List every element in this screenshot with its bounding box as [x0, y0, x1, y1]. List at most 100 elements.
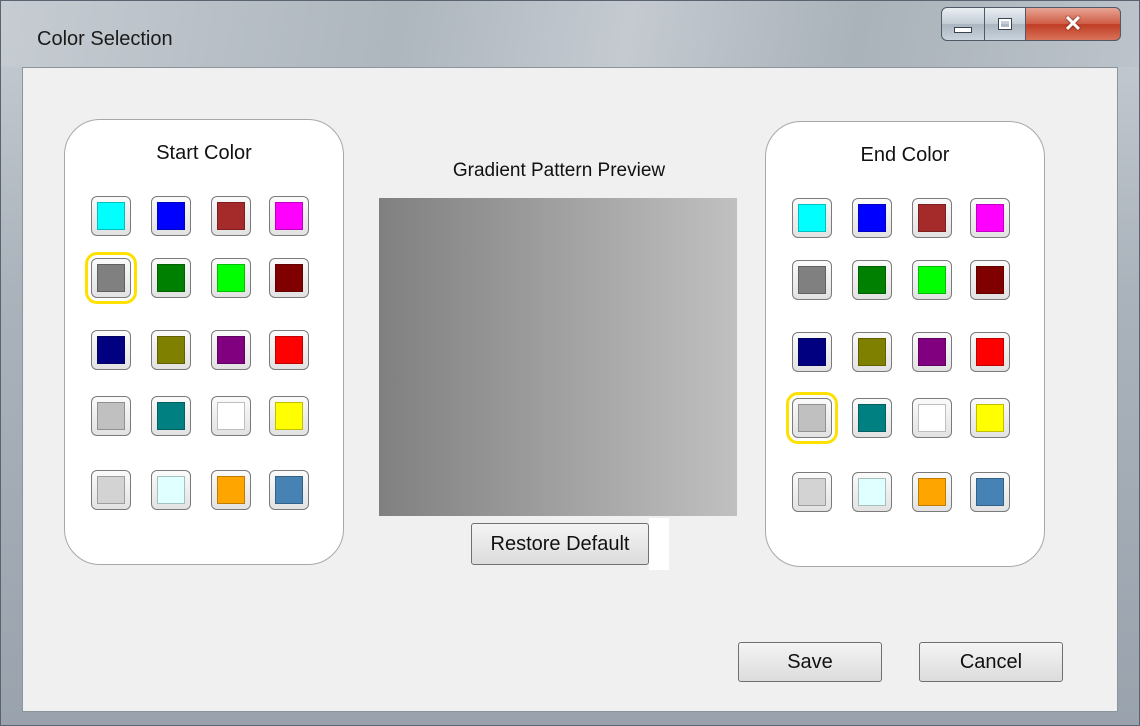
minimize-icon: [942, 8, 984, 40]
end-color-swatch-fill: [798, 204, 826, 232]
start-color-swatch-fill: [97, 202, 125, 230]
end-color-swatch-fill: [918, 338, 946, 366]
window-title: Color Selection: [37, 28, 173, 50]
end-color-swatch-fill: [798, 266, 826, 294]
end-color-swatch[interactable]: [912, 260, 952, 300]
end-color-swatch-fill: [858, 338, 886, 366]
end-color-swatch[interactable]: [912, 398, 952, 438]
end-color-swatch-fill: [976, 404, 1004, 432]
start-color-swatch-fill: [97, 264, 125, 292]
end-color-swatch[interactable]: [970, 260, 1010, 300]
dialog-client-area: Start Color Gradient Pattern Preview Res…: [22, 67, 1118, 712]
start-color-swatch[interactable]: [211, 196, 251, 236]
start-color-swatch[interactable]: [269, 396, 309, 436]
start-color-swatch[interactable]: [151, 396, 191, 436]
end-color-swatch-fill: [798, 338, 826, 366]
start-color-swatch-fill: [275, 264, 303, 292]
end-color-swatch[interactable]: [970, 198, 1010, 238]
start-color-swatch[interactable]: [151, 196, 191, 236]
start-color-swatch[interactable]: [269, 470, 309, 510]
start-color-swatch-fill: [157, 264, 185, 292]
start-color-swatch-fill: [97, 476, 125, 504]
end-color-swatch-fill: [858, 204, 886, 232]
start-color-swatch-fill: [157, 402, 185, 430]
color-selection-window: Color Selection ✕ Start Color Gradient P…: [0, 0, 1140, 726]
title-bar[interactable]: Color Selection ✕: [1, 1, 1139, 67]
start-color-swatch-fill: [217, 336, 245, 364]
start-color-swatch[interactable]: [269, 330, 309, 370]
start-color-swatch[interactable]: [211, 330, 251, 370]
end-color-swatch[interactable]: [852, 472, 892, 512]
end-color-swatch[interactable]: [792, 332, 832, 372]
start-color-swatch[interactable]: [91, 396, 131, 436]
end-color-swatch[interactable]: [792, 198, 832, 238]
end-color-swatch-fill: [976, 204, 1004, 232]
start-color-swatch[interactable]: [91, 196, 131, 236]
save-button[interactable]: Save: [738, 642, 882, 682]
start-color-swatch-fill: [217, 264, 245, 292]
end-color-swatch[interactable]: [792, 260, 832, 300]
end-color-swatch-fill: [858, 478, 886, 506]
end-color-swatch-fill: [798, 478, 826, 506]
end-color-swatch-fill: [976, 478, 1004, 506]
end-color-title: End Color: [860, 144, 950, 166]
start-color-swatch[interactable]: [151, 470, 191, 510]
start-color-swatch-fill: [217, 202, 245, 230]
start-color-swatch-fill: [157, 476, 185, 504]
end-color-swatch-fill: [918, 478, 946, 506]
end-color-swatch[interactable]: [852, 332, 892, 372]
start-color-swatch[interactable]: [269, 258, 309, 298]
end-color-swatch[interactable]: [970, 332, 1010, 372]
start-color-swatch[interactable]: [151, 258, 191, 298]
start-color-swatch-fill: [275, 336, 303, 364]
start-color-title: Start Color: [156, 142, 252, 164]
start-color-swatch-fill: [157, 202, 185, 230]
start-color-swatch-fill: [157, 336, 185, 364]
restore-gap: [649, 518, 669, 570]
end-color-swatch-fill: [858, 266, 886, 294]
end-color-swatch[interactable]: [912, 332, 952, 372]
start-color-swatch-fill: [97, 402, 125, 430]
end-color-swatch-fill: [918, 204, 946, 232]
end-color-swatch-fill: [918, 266, 946, 294]
gradient-preview-label: Gradient Pattern Preview: [452, 160, 666, 181]
end-color-swatch-fill: [918, 404, 946, 432]
end-color-swatch-fill: [858, 404, 886, 432]
close-button[interactable]: ✕: [1025, 7, 1121, 41]
start-color-swatch[interactable]: [211, 470, 251, 510]
start-color-swatch[interactable]: [269, 196, 309, 236]
cancel-button[interactable]: Cancel: [919, 642, 1063, 682]
end-color-swatch[interactable]: [912, 472, 952, 512]
restore-default-button[interactable]: Restore Default: [471, 523, 649, 565]
end-color-swatch[interactable]: [970, 472, 1010, 512]
end-color-swatch-fill: [976, 266, 1004, 294]
end-color-swatch[interactable]: [852, 398, 892, 438]
gradient-preview: [379, 198, 737, 516]
end-color-swatch[interactable]: [852, 198, 892, 238]
close-icon: ✕: [1063, 11, 1083, 36]
minimize-button[interactable]: [941, 7, 985, 41]
end-color-swatch[interactable]: [912, 198, 952, 238]
start-color-swatch-fill: [217, 402, 245, 430]
start-color-swatch-fill: [275, 402, 303, 430]
end-color-swatch-fill: [976, 338, 1004, 366]
start-color-swatch[interactable]: [85, 252, 137, 304]
start-color-swatch-fill: [97, 336, 125, 364]
start-color-swatch[interactable]: [91, 470, 131, 510]
end-color-swatch[interactable]: [786, 392, 838, 444]
end-color-swatch[interactable]: [792, 472, 832, 512]
end-color-panel: End Color: [765, 121, 1045, 567]
start-color-swatch[interactable]: [91, 330, 131, 370]
start-color-swatch-fill: [275, 202, 303, 230]
start-color-swatch[interactable]: [211, 396, 251, 436]
end-color-swatch-fill: [798, 404, 826, 432]
start-color-swatch-fill: [217, 476, 245, 504]
end-color-swatch[interactable]: [852, 260, 892, 300]
start-color-swatch-fill: [275, 476, 303, 504]
end-color-swatch[interactable]: [970, 398, 1010, 438]
start-color-panel: Start Color: [64, 119, 344, 565]
maximize-icon: [985, 8, 1025, 40]
start-color-swatch[interactable]: [211, 258, 251, 298]
start-color-swatch[interactable]: [151, 330, 191, 370]
maximize-button[interactable]: [984, 7, 1026, 41]
